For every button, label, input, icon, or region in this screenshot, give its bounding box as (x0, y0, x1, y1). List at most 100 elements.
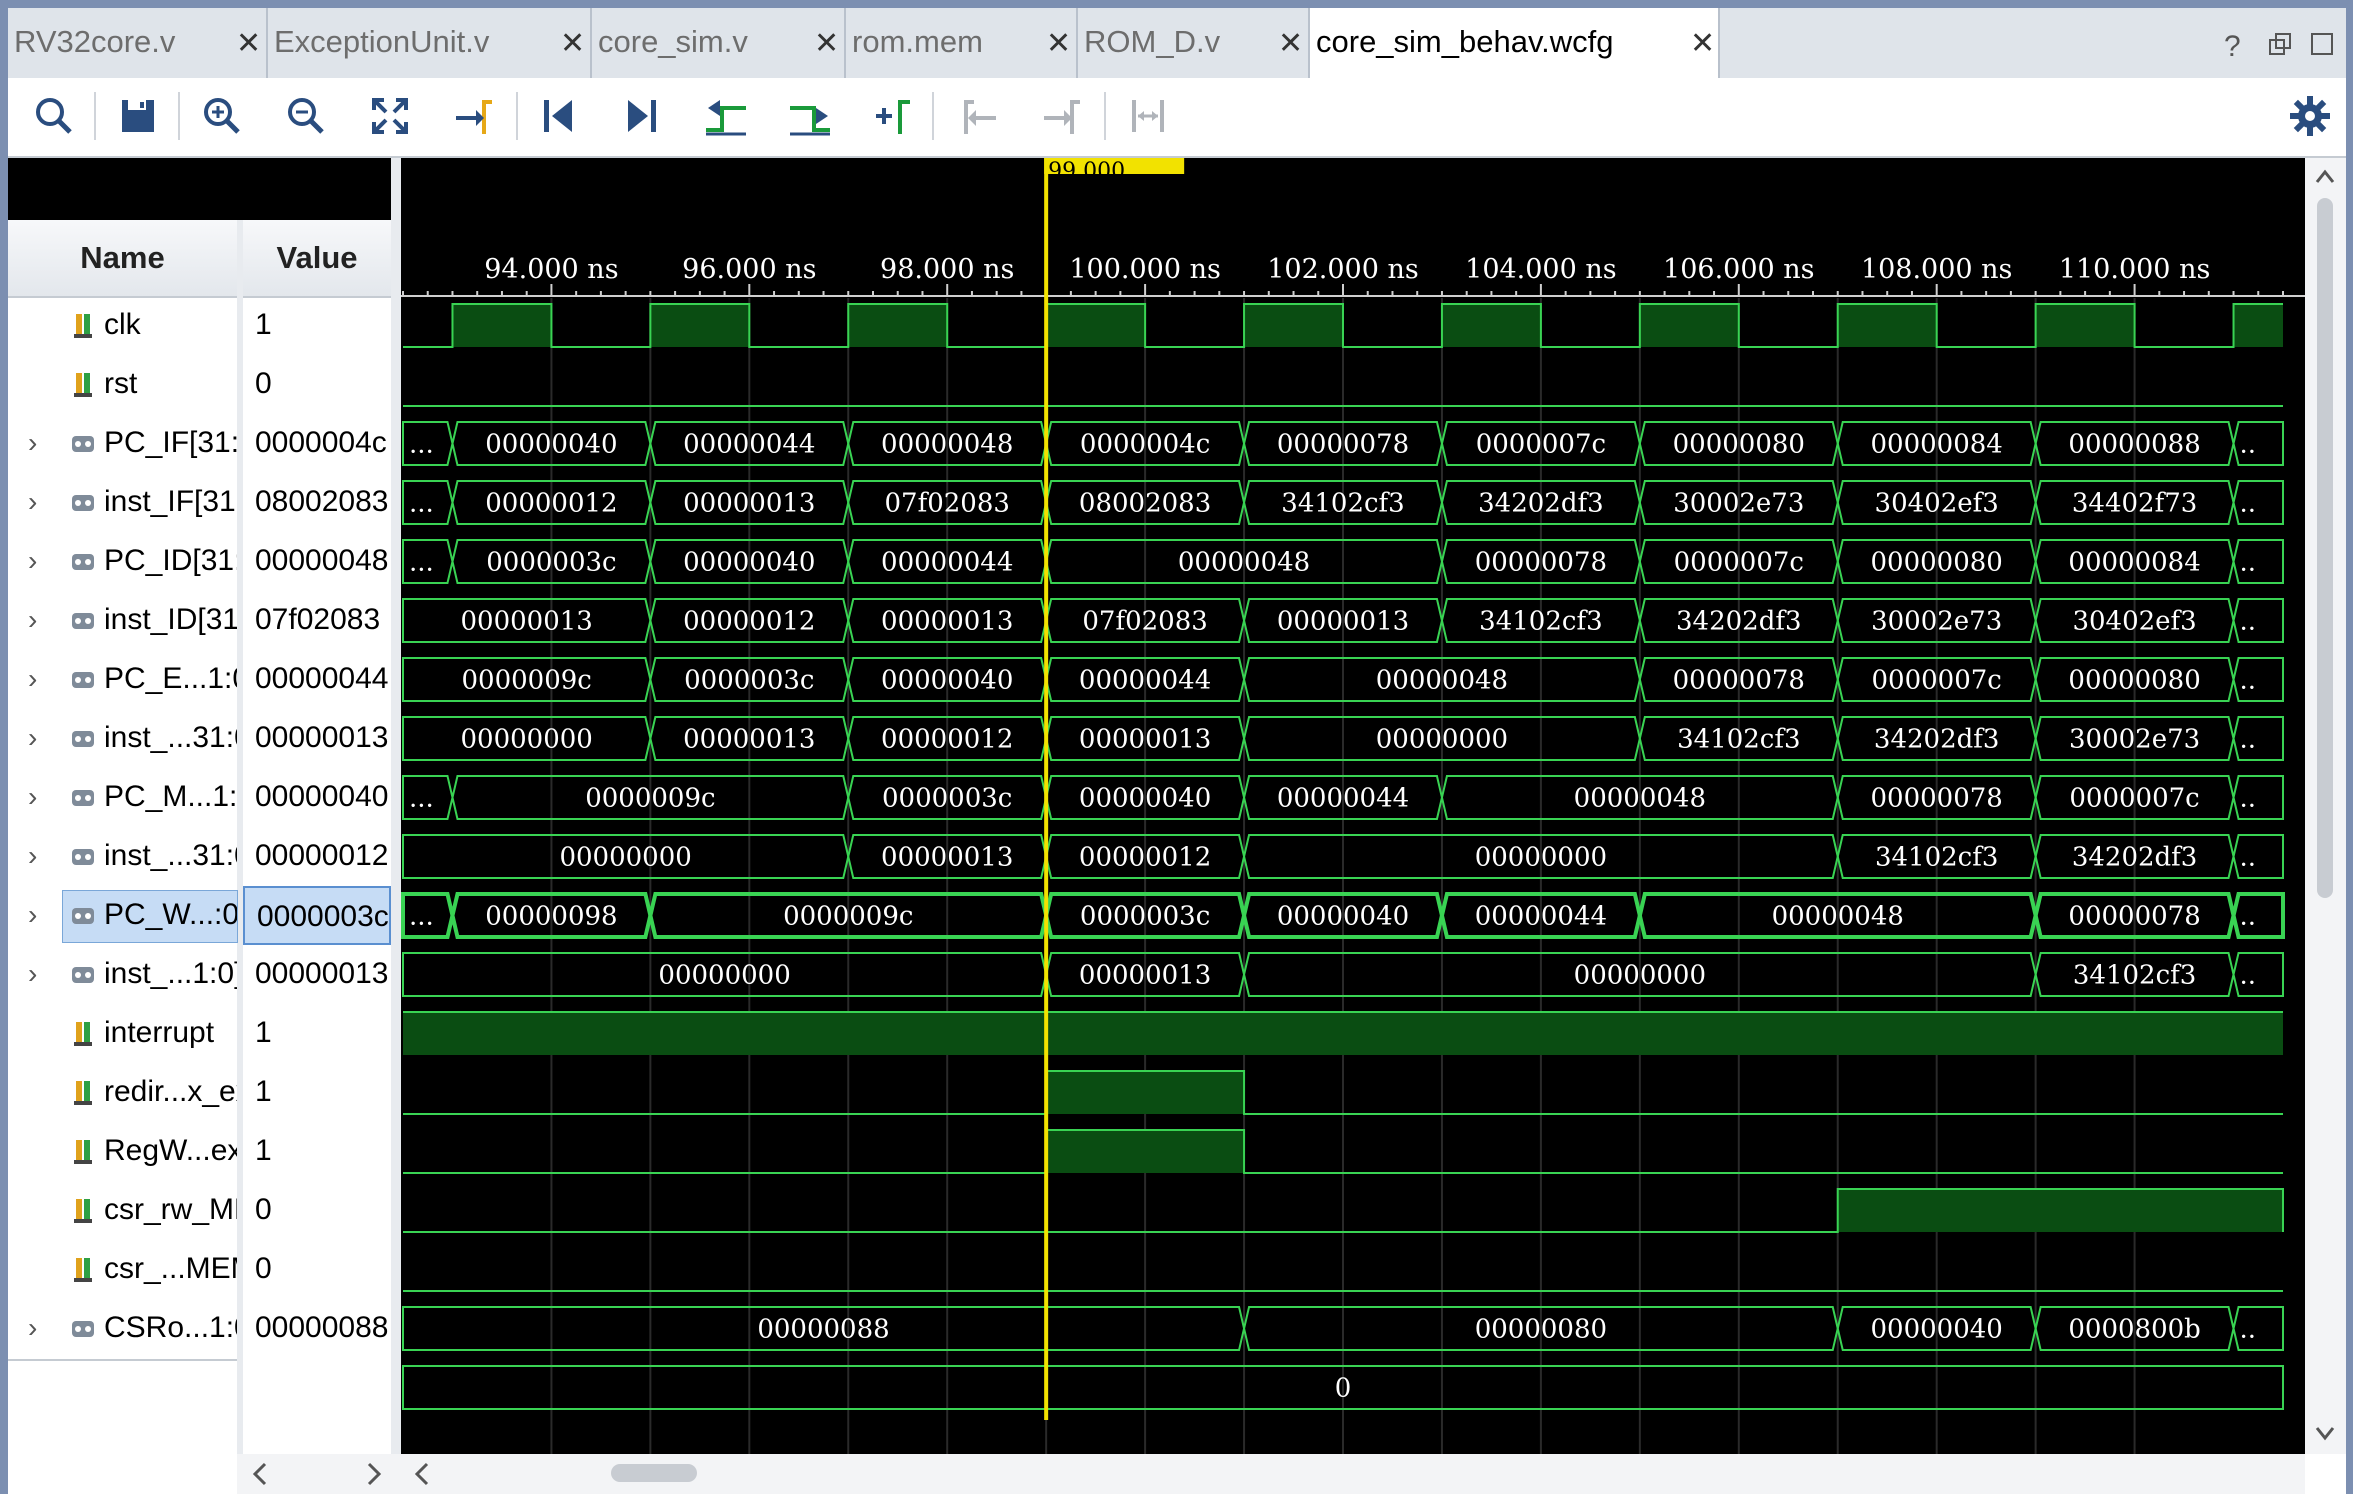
signal-row-value[interactable]: 0000004c (243, 414, 391, 473)
signal-row-value[interactable]: 00000012 (243, 827, 391, 886)
close-icon[interactable]: ✕ (236, 26, 261, 61)
signal-row-name[interactable]: rst (8, 355, 237, 414)
tab-rom-mem[interactable]: rom.mem ✕ (846, 8, 1078, 78)
signal-row-name[interactable]: clk (8, 296, 237, 355)
signal-row-name[interactable]: › CSRo...1:0 (8, 1299, 237, 1358)
bus-value-label: 00000040 (1079, 784, 1211, 814)
help-icon[interactable]: ? (2224, 30, 2241, 62)
signal-row-name[interactable]: › inst_...31:0 (8, 827, 237, 886)
chevron-right-icon[interactable]: › (28, 958, 37, 990)
signal-row-name[interactable]: › PC_ID[31: (8, 532, 237, 591)
tab-rom-d[interactable]: ROM_D.v ✕ (1078, 8, 1310, 78)
signal-row-name[interactable]: › PC_W...:0 (8, 886, 237, 945)
close-icon[interactable]: ✕ (1278, 26, 1303, 61)
close-icon[interactable]: ✕ (1690, 26, 1715, 61)
bus-value-label: 07f02083 (884, 489, 1009, 519)
signal-row-value[interactable]: 0 (243, 1181, 391, 1240)
tab-rv32core[interactable]: RV32core.v ✕ (8, 8, 268, 78)
signal-row-name[interactable]: interrupt (8, 1004, 237, 1063)
signal-row-name[interactable]: › inst_IF[31: (8, 473, 237, 532)
tab-exceptionunit[interactable]: ExceptionUnit.v ✕ (268, 8, 592, 78)
signal-row-value[interactable]: 00000040 (243, 768, 391, 827)
signal-row-value[interactable]: 00000088 (243, 1299, 391, 1358)
hscroll-thumb[interactable] (611, 1464, 697, 1482)
settings-gear-icon[interactable] (2286, 92, 2334, 140)
value-column-header[interactable]: Value (243, 220, 391, 298)
signal-row-value[interactable]: 1 (243, 1004, 391, 1063)
vertical-scrollbar[interactable] (2305, 158, 2346, 1454)
chevron-right-icon[interactable]: › (28, 722, 37, 754)
signal-row-name[interactable]: redir...x_ex (8, 1063, 237, 1122)
signal-row-value[interactable]: 00000048 (243, 532, 391, 591)
bus-value-label: 00000000 (1574, 961, 1706, 991)
close-icon[interactable]: ✕ (560, 26, 585, 61)
bus-value-label: 00000013 (1079, 725, 1211, 755)
signal-row-value[interactable]: 08002083 (243, 473, 391, 532)
maximize-icon[interactable] (2311, 33, 2333, 55)
chevron-right-icon[interactable]: › (28, 663, 37, 695)
zoom-in-icon[interactable] (198, 92, 246, 140)
chevron-right-icon[interactable]: › (28, 545, 37, 577)
signal-row-value[interactable]: 0 (243, 1240, 391, 1299)
signal-row-value[interactable]: 00000013 (243, 709, 391, 768)
vscroll-thumb[interactable] (2317, 198, 2333, 898)
chevron-right-icon[interactable]: › (28, 781, 37, 813)
waveform-canvas[interactable]: 94.000 ns 96.000 ns 98.000 ns 100.000 ns 102… (401, 158, 2305, 1454)
chevron-right-icon[interactable]: › (28, 486, 37, 518)
scroll-down-icon[interactable] (2315, 1427, 2335, 1441)
chevron-right-icon[interactable]: › (28, 604, 37, 636)
bus-value-label: 00000048 (1376, 666, 1508, 696)
signal-row-name[interactable]: › PC_E...1:0 (8, 650, 237, 709)
signal-name: interrupt (104, 1016, 215, 1049)
signal-row-value[interactable]: 07f02083 (243, 591, 391, 650)
signal-row-name[interactable]: › inst_...31:0 (8, 709, 237, 768)
bit-signal-icon (74, 1140, 92, 1164)
tab-core-sim[interactable]: core_sim.v ✕ (592, 8, 846, 78)
signal-row-name[interactable]: csr_...MEM (8, 1240, 237, 1299)
signal-row-value[interactable]: 0 (243, 355, 391, 414)
chevron-right-icon[interactable]: › (28, 840, 37, 872)
signal-row-value[interactable]: 1 (243, 1122, 391, 1181)
panel-divider[interactable] (391, 158, 401, 1494)
signal-row-name[interactable]: › inst_ID[31 (8, 591, 237, 650)
signal-row-value[interactable]: 1 (243, 1063, 391, 1122)
zoom-fit-icon[interactable] (366, 92, 414, 140)
bus-value-label: 30002e73 (1871, 607, 2002, 637)
signal-row-value[interactable]: 1 (243, 296, 391, 355)
tab-core-sim-behav-wcfg[interactable]: core_sim_behav.wcfg ✕ (1310, 8, 1720, 78)
go-to-last-time-icon[interactable] (618, 92, 666, 140)
signal-row-value[interactable]: 00000013 (243, 945, 391, 1004)
swap-cursors-icon[interactable] (1124, 92, 1172, 140)
add-marker-icon[interactable] (870, 92, 918, 140)
names-horizontal-scrollbar[interactable] (237, 1454, 401, 1494)
save-icon[interactable] (114, 92, 162, 140)
scroll-up-icon[interactable] (2315, 169, 2335, 183)
next-marker-icon[interactable] (1038, 92, 1086, 140)
chevron-right-icon[interactable]: › (28, 1312, 37, 1344)
go-to-time-zero-icon[interactable] (534, 92, 582, 140)
previous-marker-icon[interactable] (954, 92, 1002, 140)
close-icon[interactable]: ✕ (1046, 26, 1071, 61)
close-icon[interactable]: ✕ (814, 26, 839, 61)
go-to-cursor-icon[interactable] (450, 92, 498, 140)
search-icon[interactable] (30, 92, 78, 140)
signal-row-name[interactable]: › inst_...1:0] (8, 945, 237, 1004)
signal-row-value[interactable]: 00000044 (243, 650, 391, 709)
signal-row-name[interactable]: csr_rw_ME (8, 1181, 237, 1240)
restore-icon[interactable] (2269, 33, 2291, 55)
zoom-out-icon[interactable] (282, 92, 330, 140)
waveform-horizontal-scrollbar[interactable] (401, 1454, 2305, 1494)
chevron-right-icon[interactable]: › (28, 427, 37, 459)
signal-row-value[interactable]: 0000003c (243, 886, 391, 945)
signal-row-name[interactable]: › PC_M...1:0 (8, 768, 237, 827)
name-column-header[interactable]: Name (8, 220, 237, 298)
previous-transition-icon[interactable] (702, 92, 750, 140)
next-transition-icon[interactable] (786, 92, 834, 140)
chevron-right-icon[interactable]: › (28, 899, 37, 931)
signal-row-name[interactable]: › PC_IF[31: (8, 414, 237, 473)
scroll-right-icon[interactable] (367, 1462, 382, 1486)
signal-value: 00000040 (255, 780, 389, 813)
scroll-left-icon[interactable] (414, 1462, 429, 1486)
scroll-left-icon[interactable] (252, 1462, 267, 1486)
signal-row-name[interactable]: RegW...ex (8, 1122, 237, 1181)
